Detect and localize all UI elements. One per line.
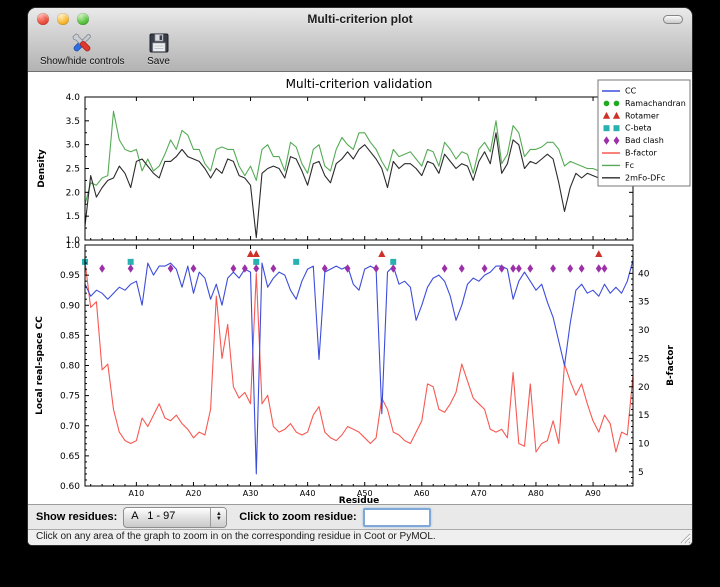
plot-legend: CC Ramachandran Rotamer C-beta Bad clash B-fa… [598,80,690,186]
svg-text:B-factor: B-factor [625,149,658,158]
svg-text:1.0: 1.0 [66,241,81,251]
svg-text:2.5: 2.5 [66,165,80,175]
window-title: Multi-criterion plot [28,8,692,30]
svg-text:A90: A90 [585,489,601,498]
svg-text:3.5: 3.5 [66,117,80,127]
svg-text:B-factor: B-factor [666,345,676,386]
show-hide-controls-button[interactable]: Show/hide controls [40,30,125,67]
toolbar: Show/hide controls Save [28,30,692,72]
save-button[interactable]: Save [147,30,171,67]
svg-text:A30: A30 [243,489,259,498]
svg-text:Density: Density [37,149,47,188]
multi-criterion-plot-canvas[interactable]: Multi-criterion validation 1.0 1.5 2.0 2.5 3.… [28,72,692,504]
desktop-background: Multi-criterion plot [0,0,720,587]
svg-text:A10: A10 [129,489,145,498]
svg-text:2.0: 2.0 [66,188,81,198]
svg-text:Multi-criterion validation: Multi-criterion validation [286,77,433,91]
show-hide-controls-label: Show/hide controls [40,56,125,67]
svg-text:Bad clash: Bad clash [625,136,664,145]
svg-text:0.95: 0.95 [60,271,80,281]
controls-bar: Show residues: A 1 - 97 ▲▼ Click to zoom… [28,504,692,530]
save-label: Save [147,56,170,67]
svg-text:0.75: 0.75 [60,392,80,402]
svg-text:Residue: Residue [339,496,379,504]
svg-text:2mFo-DFc: 2mFo-DFc [625,173,665,182]
show-residues-label: Show residues: [36,511,117,523]
floppy-disk-icon [147,30,171,56]
svg-text:15: 15 [638,411,649,421]
residue-range-select[interactable]: A 1 - 97 ▲▼ [123,507,227,528]
window-chrome: Multi-criterion plot [28,8,692,72]
window-titlebar[interactable]: Multi-criterion plot [28,8,692,30]
svg-text:0.70: 0.70 [60,422,80,432]
svg-text:A20: A20 [186,489,202,498]
svg-text:Rotamer: Rotamer [625,111,660,120]
svg-text:1.5: 1.5 [66,212,80,222]
svg-text:20: 20 [638,383,650,393]
resize-grip[interactable] [678,531,691,544]
toolbar-toggle-lozenge[interactable] [663,15,683,24]
app-window: Multi-criterion plot [28,8,692,545]
svg-text:3.0: 3.0 [66,141,81,151]
svg-text:A40: A40 [300,489,316,498]
svg-text:30: 30 [638,326,650,336]
svg-text:0.80: 0.80 [60,362,80,372]
popup-stepper-icon: ▲▼ [210,508,226,527]
svg-text:0.90: 0.90 [60,301,80,311]
svg-text:A80: A80 [528,489,544,498]
svg-text:0.60: 0.60 [60,482,80,492]
svg-text:40: 40 [638,269,650,279]
svg-text:25: 25 [638,354,649,364]
plot-figure: Multi-criterion validation 1.0 1.5 2.0 2.5 3.… [28,72,692,504]
density-subplot: Multi-criterion validation1.01.52.02.53.… [37,77,633,246]
svg-text:Fc: Fc [625,161,634,170]
svg-text:CC: CC [625,87,637,96]
svg-text:5: 5 [638,468,644,478]
svg-text:Ramachandran: Ramachandran [625,99,686,108]
svg-text:10: 10 [638,439,650,449]
zoom-residue-label: Click to zoom residue: [239,511,356,523]
status-text: Click on any area of the graph to zoom i… [36,531,436,542]
svg-text:4.0: 4.0 [66,93,81,103]
residue-range-value: A 1 - 97 [124,508,210,527]
svg-text:35: 35 [638,298,649,308]
svg-text:A60: A60 [414,489,430,498]
svg-text:0.85: 0.85 [60,331,80,341]
crossed-tools-icon [69,30,95,56]
zoom-residue-input[interactable] [363,508,431,527]
cc-bfactor-subplot: 0.60 0.65 0.70 0.75 0.80 0.85 0.90 0.95 1.0 5 10 15… [35,241,676,504]
svg-text:0.65: 0.65 [60,452,80,462]
status-bar: Click on any area of the graph to zoom i… [28,530,692,545]
svg-text:Local real-space CC: Local real-space CC [35,316,45,415]
svg-text:A70: A70 [471,489,487,498]
svg-text:C-beta: C-beta [625,124,652,133]
